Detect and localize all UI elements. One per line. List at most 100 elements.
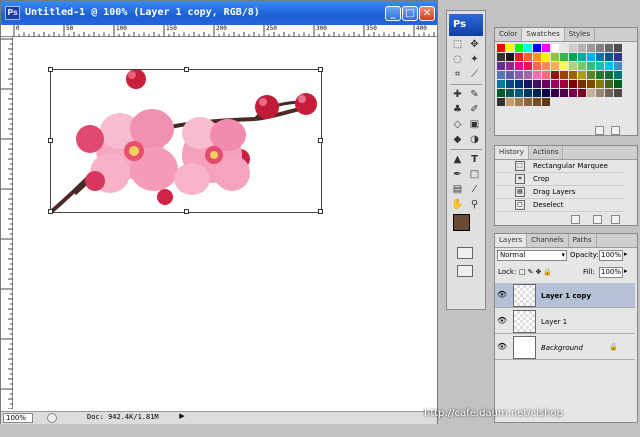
swatch[interactable]: [578, 53, 586, 61]
swatch[interactable]: [542, 53, 550, 61]
swatch[interactable]: [524, 53, 532, 61]
transform-handle[interactable]: [48, 138, 53, 143]
swatch[interactable]: [515, 71, 523, 79]
layer-row[interactable]: 👁 Layer 1: [495, 309, 635, 334]
transform-handle[interactable]: [184, 67, 189, 72]
swatch[interactable]: [614, 71, 622, 79]
swatch[interactable]: [614, 53, 622, 61]
swatch[interactable]: [587, 53, 595, 61]
screen-mode-icon[interactable]: [457, 265, 473, 277]
swatch[interactable]: [542, 44, 550, 52]
swatch[interactable]: [560, 53, 568, 61]
swatch[interactable]: [515, 44, 523, 52]
close-button[interactable]: ✕: [419, 6, 435, 21]
swatch[interactable]: [515, 89, 523, 97]
swatch[interactable]: [560, 62, 568, 70]
new-snapshot-icon[interactable]: [571, 215, 580, 224]
swatch[interactable]: [551, 53, 559, 61]
transform-selection[interactable]: [48, 67, 323, 214]
swatch[interactable]: [524, 80, 532, 88]
swatch[interactable]: [560, 44, 568, 52]
minimize-button[interactable]: _: [385, 6, 401, 21]
transform-handle[interactable]: [318, 67, 323, 72]
swatch[interactable]: [497, 80, 505, 88]
swatch[interactable]: [542, 89, 550, 97]
swatch[interactable]: [569, 44, 577, 52]
swatch[interactable]: [515, 62, 523, 70]
swatch[interactable]: [524, 71, 532, 79]
history-brush-icon[interactable]: ✐: [467, 102, 482, 117]
swatch[interactable]: [605, 80, 613, 88]
history-item[interactable]: ⌗ Crop: [497, 173, 623, 186]
swatch[interactable]: [560, 71, 568, 79]
swatch[interactable]: [614, 80, 622, 88]
swatch[interactable]: [542, 98, 550, 106]
layer-row[interactable]: 👁 Background 🔒: [495, 335, 635, 360]
blur-tool-icon[interactable]: ◆: [450, 132, 465, 147]
swatch[interactable]: [542, 62, 550, 70]
swatch[interactable]: [614, 62, 622, 70]
swatch[interactable]: [560, 80, 568, 88]
notes-tool-icon[interactable]: ▤: [450, 182, 465, 197]
swatch[interactable]: [569, 89, 577, 97]
trash-icon[interactable]: [611, 215, 620, 224]
swatch[interactable]: [587, 80, 595, 88]
swatch[interactable]: [524, 89, 532, 97]
swatch[interactable]: [605, 53, 613, 61]
swatch[interactable]: [515, 53, 523, 61]
marquee-tool-icon[interactable]: ⬚: [450, 37, 465, 52]
maximize-button[interactable]: □: [402, 6, 418, 21]
document-window[interactable]: Ps Untitled-1 @ 100% (Layer 1 copy, RGB/…: [0, 0, 438, 424]
swatch[interactable]: [542, 80, 550, 88]
horizontal-ruler[interactable]: 0 50 100 150 200 250 300 350 400: [1, 25, 437, 37]
swatch[interactable]: [542, 71, 550, 79]
hand-tool-icon[interactable]: ✋: [450, 197, 465, 212]
status-menu-arrow[interactable]: ▶: [177, 412, 187, 423]
swatch[interactable]: [614, 44, 622, 52]
layer-row[interactable]: 👁 Layer 1 copy: [495, 283, 635, 308]
swatch[interactable]: [533, 53, 541, 61]
swatch[interactable]: [605, 71, 613, 79]
swatch[interactable]: [596, 80, 604, 88]
healing-brush-icon[interactable]: ✚: [450, 87, 465, 102]
transform-handle[interactable]: [48, 67, 53, 72]
tab-channels[interactable]: Channels: [527, 234, 569, 247]
move-tool-icon[interactable]: ✥: [467, 37, 482, 52]
tab-paths[interactable]: Paths: [569, 234, 597, 247]
swatch[interactable]: [497, 89, 505, 97]
swatch[interactable]: [596, 62, 604, 70]
transform-handle[interactable]: [318, 138, 323, 143]
navigator-icon[interactable]: [47, 413, 57, 423]
gradient-tool-icon[interactable]: ▣: [467, 117, 482, 132]
swatch[interactable]: [551, 44, 559, 52]
tab-history[interactable]: History: [495, 146, 529, 159]
swatch[interactable]: [497, 98, 505, 106]
vertical-ruler[interactable]: [1, 37, 13, 409]
history-item[interactable]: ▢ Deselect: [497, 199, 623, 212]
swatch[interactable]: [515, 80, 523, 88]
swatch[interactable]: [506, 71, 514, 79]
swatch[interactable]: [506, 53, 514, 61]
fill-arrow-icon[interactable]: ▸: [624, 267, 633, 278]
zoom-field[interactable]: 100%: [3, 413, 33, 423]
swatch[interactable]: [596, 44, 604, 52]
swatch[interactable]: [506, 80, 514, 88]
tab-styles[interactable]: Styles: [565, 28, 595, 41]
transform-handle[interactable]: [48, 209, 53, 214]
swatch[interactable]: [524, 44, 532, 52]
swatch[interactable]: [587, 89, 595, 97]
tab-color[interactable]: Color: [495, 28, 523, 41]
eye-icon[interactable]: 👁: [497, 290, 507, 300]
swatch[interactable]: [605, 44, 613, 52]
crop-tool-icon[interactable]: ⌗: [450, 67, 465, 82]
shape-tool-icon[interactable]: □: [467, 167, 482, 182]
swatch[interactable]: [605, 89, 613, 97]
swatch[interactable]: [578, 89, 586, 97]
swatch[interactable]: [551, 62, 559, 70]
swatch[interactable]: [506, 44, 514, 52]
swatch[interactable]: [497, 53, 505, 61]
foreground-color[interactable]: [453, 214, 470, 231]
swatch[interactable]: [578, 62, 586, 70]
swatch[interactable]: [578, 71, 586, 79]
swatch[interactable]: [533, 62, 541, 70]
